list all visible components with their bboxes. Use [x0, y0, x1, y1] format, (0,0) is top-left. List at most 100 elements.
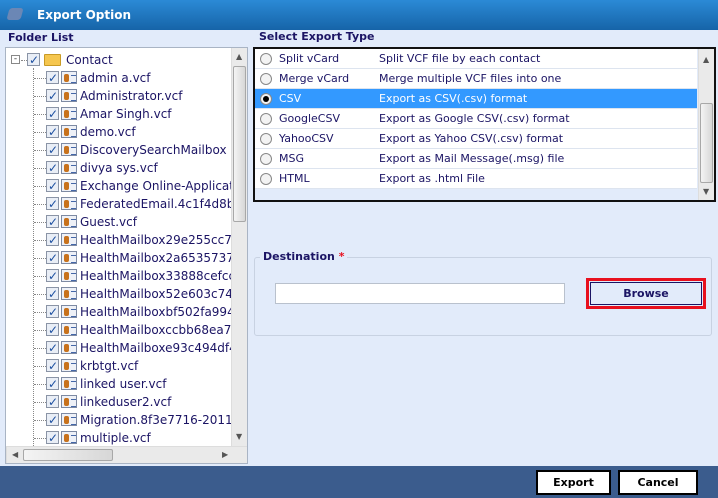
title-bar: Export Option	[0, 0, 718, 30]
collapse-icon[interactable]: -	[11, 55, 20, 64]
option-description: Export as Google CSV(.csv) format	[379, 112, 570, 125]
tree-item-label: linkeduser2.vcf	[80, 395, 172, 409]
option-name: Split vCard	[279, 52, 340, 65]
checkbox[interactable]	[46, 105, 59, 123]
export-option[interactable]: YahooCSV Export as Yahoo CSV(.csv) format	[255, 129, 697, 149]
checkbox[interactable]	[46, 321, 59, 339]
cancel-button[interactable]: Cancel	[618, 470, 698, 495]
tree-item-label: multiple.vcf	[80, 431, 151, 445]
list-scroll-thumb[interactable]	[700, 103, 713, 183]
window-title: Export Option	[37, 8, 132, 22]
tree-item-label: Amar Singh.vcf	[80, 107, 172, 121]
checkbox[interactable]	[46, 393, 59, 411]
checkbox[interactable]	[46, 141, 59, 159]
export-option[interactable]: Merge vCard Merge multiple VCF files into…	[255, 69, 697, 89]
vcard-icon	[61, 197, 77, 210]
checkbox[interactable]	[46, 249, 59, 267]
vcard-icon	[61, 179, 77, 192]
checkbox[interactable]	[27, 51, 40, 69]
option-name: MSG	[279, 152, 304, 165]
radio-button[interactable]	[260, 53, 272, 65]
checkbox[interactable]	[46, 267, 59, 285]
option-description: Merge multiple VCF files into one	[379, 72, 562, 85]
tree-item-label: HealthMailbox2a6535737160	[80, 251, 248, 265]
vcard-icon	[61, 143, 77, 156]
export-type-list[interactable]: HTML Export as .html File MSG Export as Mai…	[253, 47, 716, 202]
checkbox[interactable]	[46, 159, 59, 177]
vertical-scrollbar[interactable]: ▲ ▼	[231, 48, 247, 446]
browse-label: Browse	[590, 282, 702, 305]
destination-input[interactable]	[275, 283, 565, 304]
vcard-icon	[61, 125, 77, 138]
vcard-icon	[61, 233, 77, 246]
folder-tree[interactable]: - Contact admin a.vcf Administrator.vcf Am…	[5, 47, 248, 464]
vcard-icon	[61, 305, 77, 318]
tree-item-label: Migration.8f3e7716-2011-43	[80, 413, 248, 427]
checkbox[interactable]	[46, 87, 59, 105]
vcard-icon	[61, 107, 77, 120]
checkbox[interactable]	[46, 357, 59, 375]
tree-item-label: FederatedEmail.4c1f4d8b-81	[80, 197, 248, 211]
vcard-icon	[61, 377, 77, 390]
checkbox[interactable]	[46, 231, 59, 249]
option-description: Split VCF file by each contact	[379, 52, 541, 65]
radio-button[interactable]	[260, 113, 272, 125]
checkbox[interactable]	[46, 195, 59, 213]
checkbox[interactable]	[46, 339, 59, 357]
checkbox[interactable]	[46, 375, 59, 393]
vcard-icon	[61, 287, 77, 300]
checkbox[interactable]	[46, 123, 59, 141]
tree-item-label: Administrator.vcf	[80, 89, 183, 103]
folder-icon	[44, 54, 61, 66]
vcard-icon	[61, 89, 77, 102]
h-scroll-thumb[interactable]	[23, 449, 113, 461]
export-button[interactable]: Export	[536, 470, 611, 495]
browse-button[interactable]: Browse	[586, 278, 706, 309]
radio-button[interactable]	[260, 93, 272, 105]
checkbox[interactable]	[46, 285, 59, 303]
tree-item-label: admin a.vcf	[80, 71, 151, 85]
list-scrollbar[interactable]: ▲ ▼	[698, 49, 714, 200]
tree-item-label: DiscoverySearchMailbox {D9	[80, 143, 248, 157]
option-name: Merge vCard	[279, 72, 350, 85]
tree-item-label: HealthMailbox29e255cc740a	[80, 233, 248, 247]
radio-button[interactable]	[260, 173, 272, 185]
tree-item-label: HealthMailboxbf502fa9940e4	[80, 305, 248, 319]
vcard-icon	[61, 161, 77, 174]
scroll-thumb[interactable]	[233, 66, 246, 222]
tree-node-label: Contact	[66, 53, 113, 67]
vcard-icon	[61, 215, 77, 228]
export-option[interactable]: HTML Export as .html File	[255, 169, 697, 189]
tree-item-label: krbtgt.vcf	[80, 359, 139, 373]
tree-item-label: HealthMailbox52e603c748d0	[80, 287, 248, 301]
vcard-icon	[61, 395, 77, 408]
checkbox[interactable]	[46, 303, 59, 321]
app-icon	[6, 8, 24, 20]
export-option[interactable]: MSG Export as Mail Message(.msg) file	[255, 149, 697, 169]
radio-button[interactable]	[260, 133, 272, 145]
folder-list-label: Folder List	[8, 31, 74, 44]
tree-item-label: Guest.vcf	[80, 215, 137, 229]
checkbox[interactable]	[46, 69, 59, 87]
export-option[interactable]: GoogleCSV Export as Google CSV(.csv) form…	[255, 109, 697, 129]
tree-item-label: demo.vcf	[80, 125, 136, 139]
vcard-icon	[61, 251, 77, 264]
vcard-icon	[61, 431, 77, 444]
radio-button[interactable]	[260, 73, 272, 85]
radio-button[interactable]	[260, 153, 272, 165]
option-description: Export as CSV(.csv) format	[379, 92, 528, 105]
vcard-icon	[61, 269, 77, 282]
checkbox[interactable]	[46, 177, 59, 195]
export-option[interactable]: Split vCard Split VCF file by each contac…	[255, 49, 697, 69]
tree-item-label: HealthMailboxe93c494df4874	[80, 341, 248, 355]
vcard-icon	[61, 71, 77, 84]
horizontal-scrollbar[interactable]: ◀ ▶	[6, 446, 247, 463]
checkbox[interactable]	[46, 411, 59, 429]
vcard-icon	[61, 341, 77, 354]
destination-label: Destination *	[260, 250, 348, 263]
export-option[interactable]: CSV Export as CSV(.csv) format	[255, 89, 697, 109]
checkbox[interactable]	[46, 213, 59, 231]
checkbox[interactable]	[46, 429, 59, 447]
tree-item-label: HealthMailbox33888cefcc744	[80, 269, 248, 283]
export-type-label: Select Export Type	[259, 30, 375, 43]
